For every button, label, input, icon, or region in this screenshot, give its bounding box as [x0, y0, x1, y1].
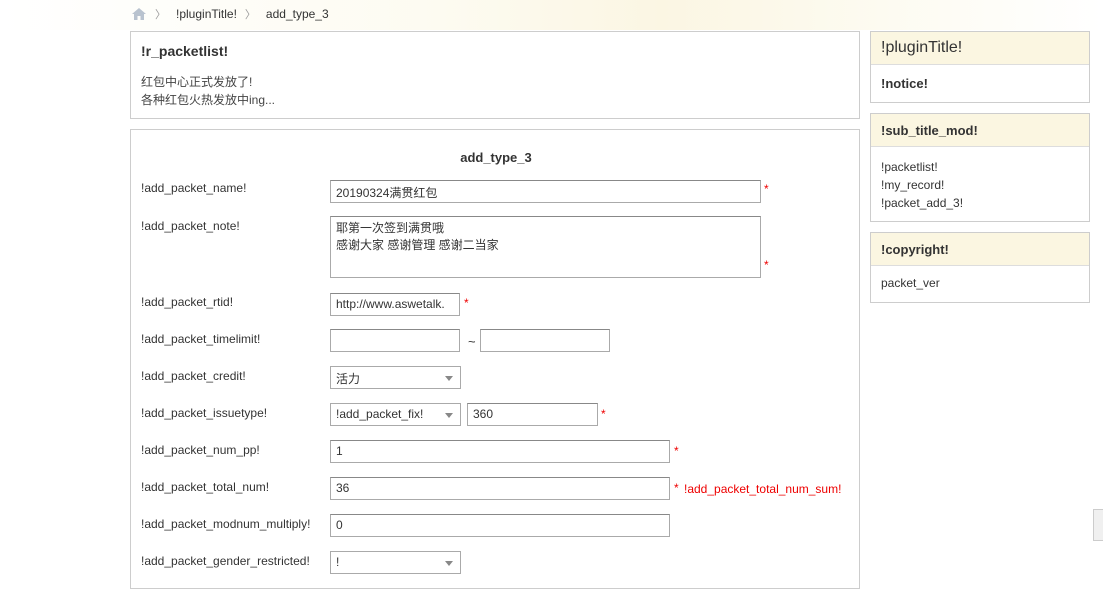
chevron-right-icon: 〉 — [155, 9, 166, 21]
timelimit-start-input[interactable] — [330, 329, 460, 352]
home-icon[interactable] — [131, 7, 147, 21]
add-packet-form: add_type_3 !add_packet_name! 20190324满贯红… — [130, 129, 860, 589]
scroll-to-top-handle[interactable] — [1093, 509, 1103, 541]
sidebar-item-my-record[interactable]: !my_record! — [881, 176, 1079, 194]
sidebar-copyright-title: !copyright! — [881, 241, 949, 257]
issuetype-select[interactable]: !add_packet_fix! — [330, 403, 461, 426]
breadcrumb-item-plugin[interactable]: !pluginTitle! — [176, 7, 237, 21]
sidebar-submenu-panel: !sub_title_mod! !packetlist! !my_record!… — [870, 113, 1090, 222]
form-title: add_type_3 — [460, 150, 532, 165]
timelimit-separator: ~ — [468, 334, 476, 349]
sidebar-item-packetlist[interactable]: !packetlist! — [881, 158, 1079, 176]
intro-line-1: 红包中心正式发放了! — [141, 75, 253, 89]
required-mark: * — [674, 444, 679, 458]
sidebar-submenu-list: !packetlist! !my_record! !packet_add_3! — [871, 147, 1089, 212]
timelimit-end-input[interactable] — [480, 329, 610, 352]
sidebar-copyright-text: packet_ver — [881, 276, 940, 290]
packet-name-label: !add_packet_name! — [141, 181, 247, 195]
packet-gender-label: !add_packet_gender_restricted! — [141, 554, 310, 568]
chevron-right-icon: 〉 — [244, 9, 256, 21]
dropdown-arrow-icon — [445, 376, 453, 381]
required-mark: * — [764, 258, 769, 272]
issuetype-select-value: !add_packet_fix! — [336, 407, 424, 421]
issuetype-amount-input[interactable]: 360 — [467, 403, 598, 426]
dropdown-arrow-icon — [445, 413, 453, 418]
packet-note-label: !add_packet_note! — [141, 219, 240, 233]
total-num-input[interactable]: 36 — [330, 477, 670, 500]
sidebar-plugin-title: !pluginTitle! — [881, 39, 963, 56]
gender-select[interactable]: ! — [330, 551, 461, 574]
sidebar-item-packet-add[interactable]: !packet_add_3! — [881, 194, 1079, 212]
packet-modnum-label: !add_packet_modnum_multiply! — [141, 517, 311, 531]
packet-rtid-label: !add_packet_rtid! — [141, 295, 234, 309]
packet-name-input[interactable]: 20190324满贯红包 — [330, 180, 761, 203]
credit-select-value: 活力 — [336, 372, 361, 386]
sidebar-plugin-header: !pluginTitle! — [871, 32, 1089, 65]
modnum-input[interactable]: 0 — [330, 514, 670, 537]
intro-panel: !r_packetlist! 红包中心正式发放了! 各种红包火热发放中ing..… — [130, 31, 860, 119]
packet-total-num-label: !add_packet_total_num! — [141, 480, 270, 494]
breadcrumb: 〉 !pluginTitle! 〉 add_type_3 — [131, 6, 329, 22]
required-mark: * — [764, 182, 769, 196]
packet-credit-label: !add_packet_credit! — [141, 369, 246, 383]
required-mark: * — [674, 481, 679, 495]
sidebar-copyright-panel: !copyright! packet_ver — [870, 232, 1090, 303]
packet-rtid-input[interactable]: http://www.aswetalk. — [330, 293, 460, 316]
sidebar-plugin-panel: !pluginTitle! !notice! — [870, 31, 1090, 103]
num-pp-input[interactable]: 1 — [330, 440, 670, 463]
gender-select-value: ! — [336, 555, 340, 569]
credit-select[interactable]: 活力 — [330, 366, 461, 389]
intro-line-2: 各种红包火热发放中ing... — [141, 93, 276, 107]
packet-timelimit-label: !add_packet_timelimit! — [141, 332, 261, 346]
sidebar-submenu-title: !sub_title_mod! — [881, 122, 978, 138]
breadcrumb-item-current: add_type_3 — [265, 7, 329, 21]
total-num-sum-note: !add_packet_total_num_sum! — [684, 482, 842, 496]
sidebar-submenu-header: !sub_title_mod! — [871, 114, 1089, 147]
packet-issuetype-label: !add_packet_issuetype! — [141, 406, 268, 420]
packet-note-textarea[interactable]: 耶第一次签到满贯哦 感谢大家 感谢管理 感谢二当家 — [330, 216, 761, 278]
sidebar-notice: !notice! — [881, 76, 928, 91]
packet-num-pp-label: !add_packet_num_pp! — [141, 443, 260, 457]
intro-title: !r_packetlist! — [141, 43, 229, 59]
required-mark: * — [601, 407, 606, 421]
sidebar-copyright-header: !copyright! — [871, 233, 1089, 266]
dropdown-arrow-icon — [445, 561, 453, 566]
required-mark: * — [464, 296, 469, 310]
